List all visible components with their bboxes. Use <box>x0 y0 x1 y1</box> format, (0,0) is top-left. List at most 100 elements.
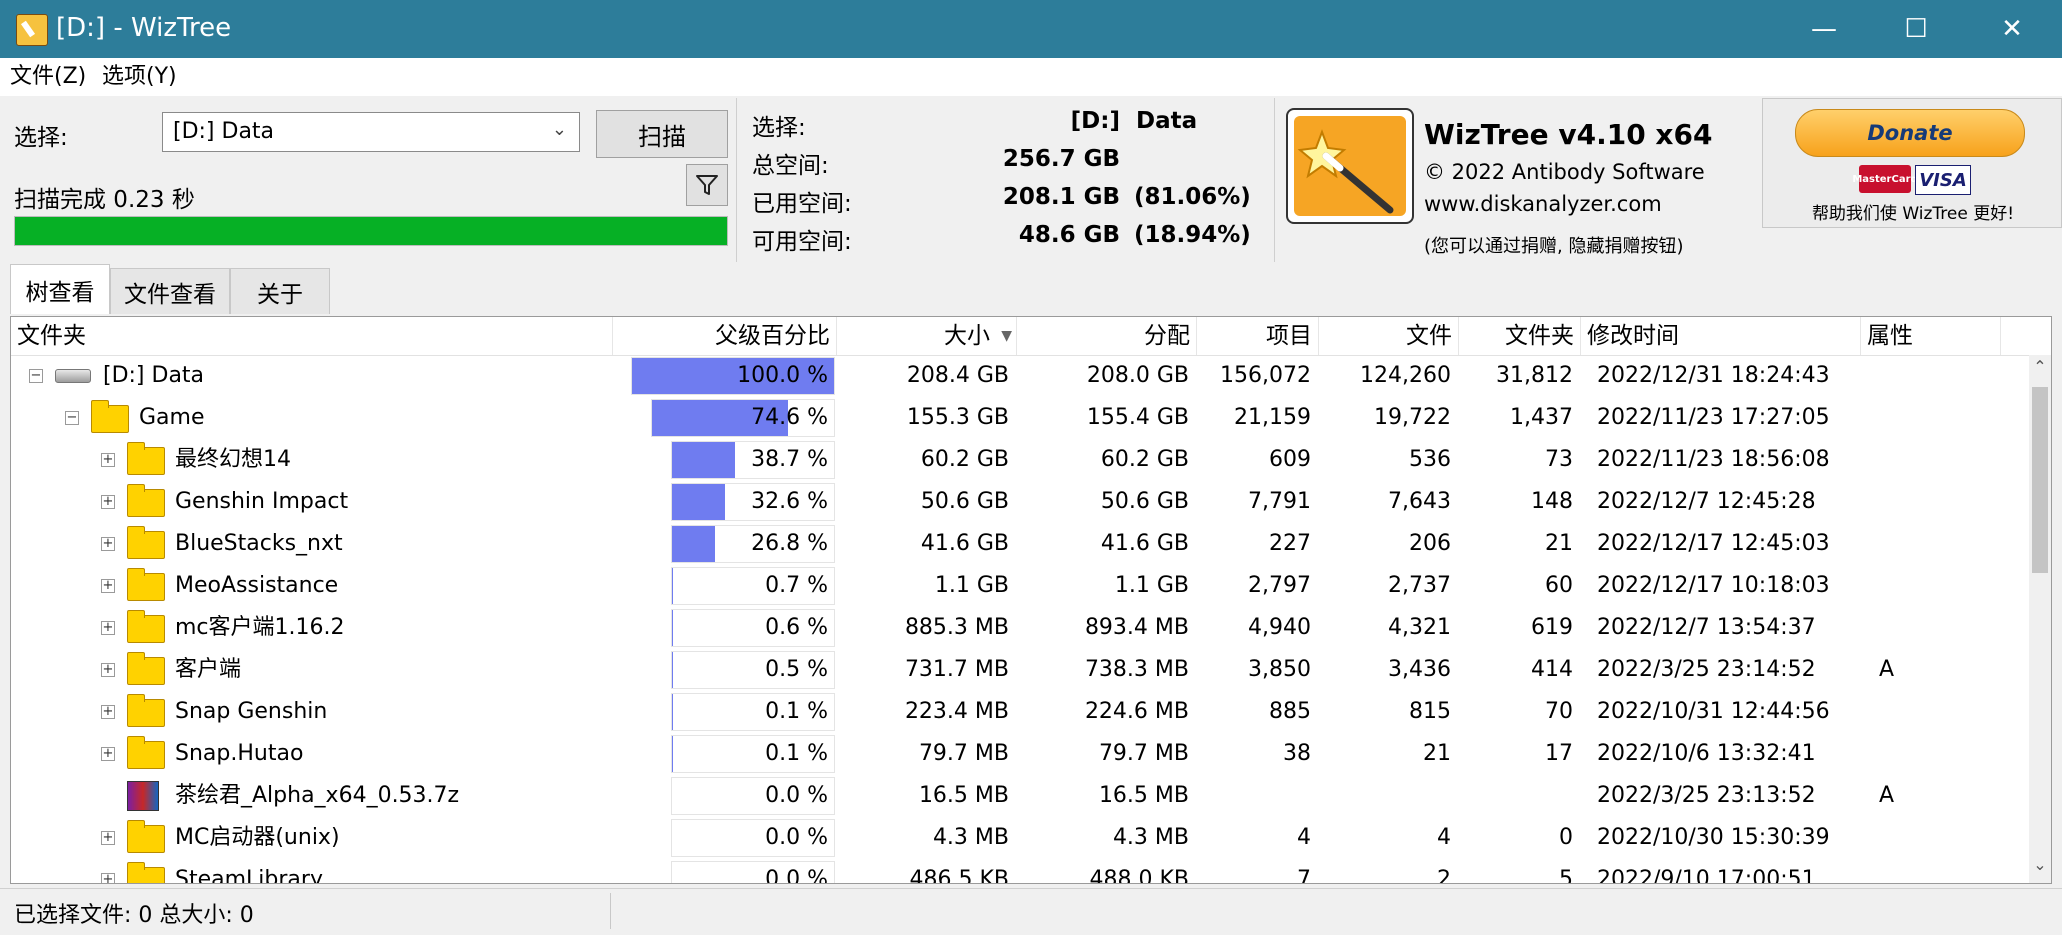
expand-icon[interactable]: + <box>101 831 115 845</box>
row-name: BlueStacks_nxt <box>175 523 343 565</box>
filter-icon <box>694 172 720 198</box>
column-size[interactable]: 大小 ▼ <box>837 317 1017 355</box>
attributes-value: A <box>1879 649 1894 691</box>
parent-pct-value: 38.7 % <box>751 442 828 478</box>
modified-value: 2022/10/31 12:44:56 <box>1597 691 1830 733</box>
parent-pct-bar: 100.0 % <box>631 357 835 395</box>
expand-icon[interactable]: + <box>101 621 115 635</box>
parent-pct-value: 26.8 % <box>751 526 828 562</box>
table-row[interactable]: +SteamLibrary0.0 %486.5 KB488.0 KB725202… <box>11 859 2025 884</box>
menu-options[interactable]: 选项(Y) <box>102 62 177 92</box>
scrollbar-thumb[interactable] <box>2032 387 2048 573</box>
items-value: 156,072 <box>1197 355 1311 397</box>
modified-value: 2022/12/17 12:45:03 <box>1597 523 1830 565</box>
filter-button[interactable] <box>686 164 728 206</box>
scroll-down-icon[interactable]: ⌄ <box>2029 855 2051 877</box>
size-value: 60.2 GB <box>837 439 1009 481</box>
items-value: 2,797 <box>1197 565 1311 607</box>
donate-button[interactable]: Donate <box>1795 109 2025 157</box>
expand-icon[interactable]: + <box>101 873 115 884</box>
allocated-value: 738.3 MB <box>1017 649 1189 691</box>
table-row[interactable]: +Genshin Impact32.6 %50.6 GB50.6 GB7,791… <box>11 481 2025 523</box>
folder-icon <box>127 489 165 517</box>
allocated-value: 155.4 GB <box>1017 397 1189 439</box>
maximize-button[interactable]: ☐ <box>1870 0 1962 58</box>
files-value: 124,260 <box>1319 355 1451 397</box>
menu-file[interactable]: 文件(Z) <box>10 62 86 92</box>
table-row[interactable]: −[D:] Data100.0 %208.4 GB208.0 GB156,072… <box>11 355 2025 397</box>
parent-pct-fill <box>672 526 715 562</box>
table-row[interactable]: +MC启动器(unix)0.0 %4.3 MB4.3 MB4402022/10/… <box>11 817 2025 859</box>
panel-divider <box>1274 98 1275 262</box>
scan-button[interactable]: 扫描 <box>596 110 728 158</box>
column-modified[interactable]: 修改时间 <box>1581 317 1861 355</box>
drive-select[interactable]: [D:] Data ⌄ <box>162 112 580 152</box>
size-value: 1.1 GB <box>837 565 1009 607</box>
size-value: 16.5 MB <box>837 775 1009 817</box>
table-row[interactable]: +MeoAssistance0.7 %1.1 GB1.1 GB2,7972,73… <box>11 565 2025 607</box>
tab-about[interactable]: 关于 <box>230 268 330 314</box>
column-folder[interactable]: 文件夹 <box>11 317 613 355</box>
table-row[interactable]: −Game74.6 %155.3 GB155.4 GB21,15919,7221… <box>11 397 2025 439</box>
collapse-icon[interactable]: − <box>29 369 43 383</box>
table-row[interactable]: +BlueStacks_nxt26.8 %41.6 GB41.6 GB22720… <box>11 523 2025 565</box>
size-value: 41.6 GB <box>837 523 1009 565</box>
parent-pct-bar: 0.5 % <box>671 651 835 689</box>
column-attributes[interactable]: 属性 <box>1861 317 2001 355</box>
column-folders[interactable]: 文件夹 <box>1459 317 1581 355</box>
expand-icon[interactable]: + <box>101 579 115 593</box>
table-row[interactable]: +Snap.Hutao0.1 %79.7 MB79.7 MB3821172022… <box>11 733 2025 775</box>
allocated-value: 4.3 MB <box>1017 817 1189 859</box>
tab-file-view[interactable]: 文件查看 <box>110 268 230 314</box>
size-value: 4.3 MB <box>837 817 1009 859</box>
column-files[interactable]: 文件 <box>1319 317 1459 355</box>
vertical-scrollbar[interactable]: ⌃ ⌄ <box>2029 355 2051 883</box>
row-name: SteamLibrary <box>175 859 323 884</box>
allocated-value: 50.6 GB <box>1017 481 1189 523</box>
table-row[interactable]: +mc客户端1.16.20.6 %885.3 MB893.4 MB4,9404,… <box>11 607 2025 649</box>
minimize-button[interactable]: — <box>1778 0 1870 58</box>
items-value: 3,850 <box>1197 649 1311 691</box>
items-value: 609 <box>1197 439 1311 481</box>
folder-icon <box>127 867 165 884</box>
folders-value: 148 <box>1459 481 1573 523</box>
column-allocated[interactable]: 分配 <box>1017 317 1197 355</box>
table-row[interactable]: +客户端0.5 %731.7 MB738.3 MB3,8503,43641420… <box>11 649 2025 691</box>
wiztree-app-icon <box>16 14 48 46</box>
window-title: [D:] - WizTree <box>56 10 231 46</box>
allocated-value: 60.2 GB <box>1017 439 1189 481</box>
column-items[interactable]: 项目 <box>1197 317 1319 355</box>
donate-caption: 帮助我们使 WizTree 更好! <box>1763 199 2062 224</box>
size-value: 731.7 MB <box>837 649 1009 691</box>
folders-value: 17 <box>1459 733 1573 775</box>
website-link[interactable]: www.diskanalyzer.com <box>1424 192 1662 216</box>
scroll-up-icon[interactable]: ⌃ <box>2029 357 2051 379</box>
chevron-down-icon: ⌄ <box>552 119 567 140</box>
modified-value: 2022/12/31 18:24:43 <box>1597 355 1830 397</box>
table-row[interactable]: +最终幻想1438.7 %60.2 GB60.2 GB609536732022/… <box>11 439 2025 481</box>
items-value: 38 <box>1197 733 1311 775</box>
table-row[interactable]: 茶绘君_Alpha_x64_0.53.7z0.0 %16.5 MB16.5 MB… <box>11 775 2025 817</box>
close-button[interactable]: ✕ <box>1966 0 2058 58</box>
expand-icon[interactable]: + <box>101 663 115 677</box>
expand-icon[interactable]: + <box>101 705 115 719</box>
items-value <box>1197 775 1311 817</box>
column-parent-pct[interactable]: 父级百分比 <box>613 317 837 355</box>
expand-icon[interactable]: + <box>101 495 115 509</box>
parent-pct-bar: 0.0 % <box>671 777 835 815</box>
allocated-value: 79.7 MB <box>1017 733 1189 775</box>
parent-pct-bar: 32.6 % <box>671 483 835 521</box>
collapse-icon[interactable]: − <box>65 411 79 425</box>
folders-value: 619 <box>1459 607 1573 649</box>
table-row[interactable]: +Snap Genshin0.1 %223.4 MB224.6 MB885815… <box>11 691 2025 733</box>
tab-tree-view[interactable]: 树查看 <box>10 264 110 314</box>
status-selection: 已选择文件: 0 总大小: 0 <box>14 897 254 929</box>
files-value: 4 <box>1319 817 1451 859</box>
items-value: 4,940 <box>1197 607 1311 649</box>
info-free-label: 可用空间: <box>752 222 852 256</box>
parent-pct-value: 0.0 % <box>765 862 828 884</box>
folders-value: 60 <box>1459 565 1573 607</box>
expand-icon[interactable]: + <box>101 453 115 467</box>
expand-icon[interactable]: + <box>101 537 115 551</box>
expand-icon[interactable]: + <box>101 747 115 761</box>
